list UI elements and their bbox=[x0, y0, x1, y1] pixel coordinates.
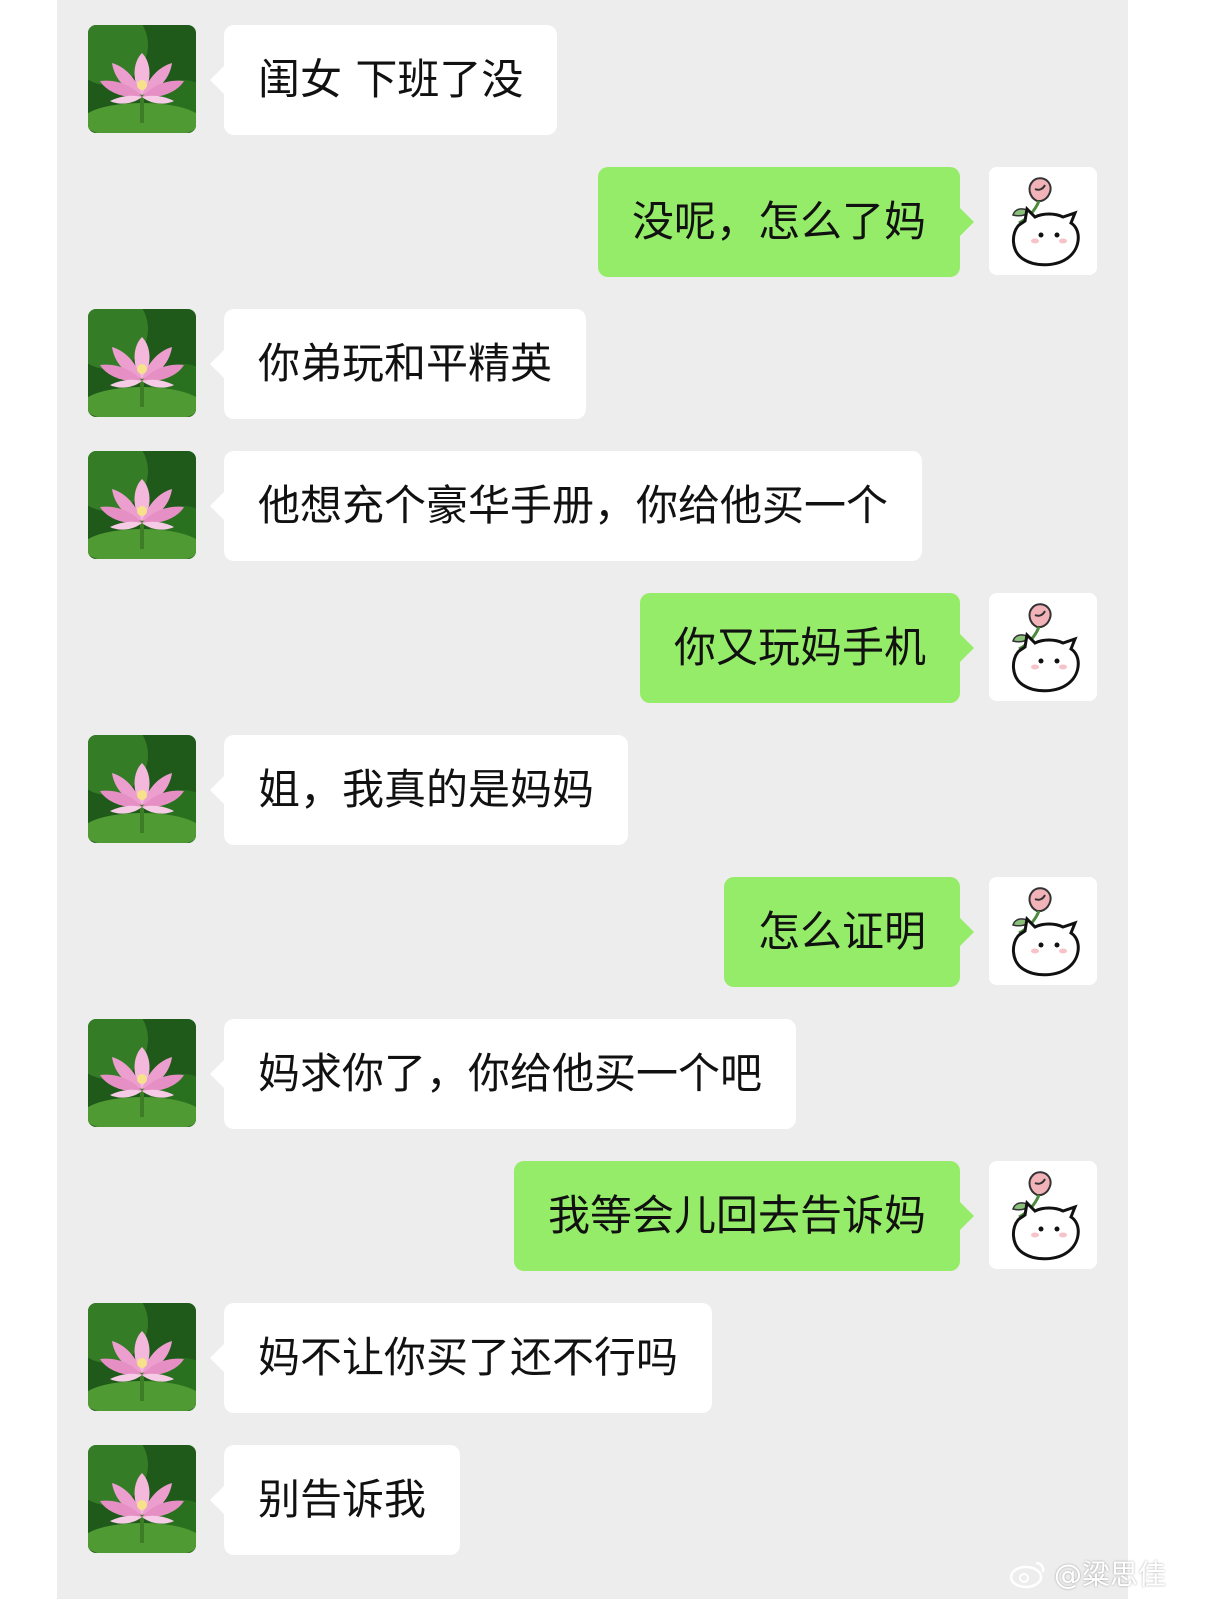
lotus-avatar-icon[interactable] bbox=[88, 735, 196, 843]
cat-rose-avatar-icon[interactable] bbox=[989, 593, 1097, 701]
weibo-logo-icon bbox=[1009, 1561, 1045, 1589]
weibo-watermark: @粱思佳 bbox=[1008, 1553, 1166, 1593]
watermark-handle: @粱思佳 bbox=[1053, 1558, 1166, 1591]
cat-rose-avatar-icon[interactable] bbox=[989, 167, 1097, 275]
incoming-message-bubble[interactable]: 妈求你了，你给他买一个吧 bbox=[209, 1019, 797, 1129]
incoming-message-bubble[interactable]: 他想充个豪华手册，你给他买一个 bbox=[209, 451, 923, 561]
message-row: 妈不让你买了还不行吗 bbox=[57, 1303, 1128, 1413]
outgoing-message-bubble[interactable]: 怎么证明 bbox=[723, 877, 975, 987]
incoming-message-bubble[interactable]: 妈不让你买了还不行吗 bbox=[209, 1303, 713, 1413]
message-row: 妈求你了，你给他买一个吧 bbox=[57, 1019, 1128, 1129]
lotus-avatar-icon[interactable] bbox=[88, 451, 196, 559]
cat-rose-avatar-icon[interactable] bbox=[989, 1161, 1097, 1269]
incoming-message-bubble[interactable]: 别告诉我 bbox=[209, 1445, 461, 1555]
message-row: 闺女 下班了没 bbox=[57, 25, 1128, 135]
lotus-avatar-icon[interactable] bbox=[88, 1445, 196, 1553]
message-row: 别告诉我 bbox=[57, 1445, 1128, 1555]
incoming-message-bubble[interactable]: 闺女 下班了没 bbox=[209, 25, 558, 135]
message-row: 我等会儿回去告诉妈 bbox=[57, 1161, 1128, 1271]
cat-rose-avatar-icon[interactable] bbox=[989, 877, 1097, 985]
outgoing-message-bubble[interactable]: 你又玩妈手机 bbox=[639, 593, 975, 703]
message-row: 没呢，怎么了妈 bbox=[57, 167, 1128, 277]
message-row: 你弟玩和平精英 bbox=[57, 309, 1128, 419]
lotus-avatar-icon[interactable] bbox=[88, 1303, 196, 1411]
chat-area: 闺女 下班了没 没呢，怎么了妈 你弟玩和平精英 他想充个豪华手册，你给他买一个 … bbox=[57, 0, 1128, 1599]
message-row: 你又玩妈手机 bbox=[57, 593, 1128, 703]
lotus-avatar-icon[interactable] bbox=[88, 25, 196, 133]
message-row: 姐，我真的是妈妈 bbox=[57, 735, 1128, 845]
lotus-avatar-icon[interactable] bbox=[88, 309, 196, 417]
outgoing-message-bubble[interactable]: 没呢，怎么了妈 bbox=[597, 167, 975, 277]
incoming-message-bubble[interactable]: 你弟玩和平精英 bbox=[209, 309, 587, 419]
message-row: 怎么证明 bbox=[57, 877, 1128, 987]
outgoing-message-bubble[interactable]: 我等会儿回去告诉妈 bbox=[513, 1161, 975, 1271]
incoming-message-bubble[interactable]: 姐，我真的是妈妈 bbox=[209, 735, 629, 845]
message-row: 他想充个豪华手册，你给他买一个 bbox=[57, 451, 1128, 561]
lotus-avatar-icon[interactable] bbox=[88, 1019, 196, 1127]
